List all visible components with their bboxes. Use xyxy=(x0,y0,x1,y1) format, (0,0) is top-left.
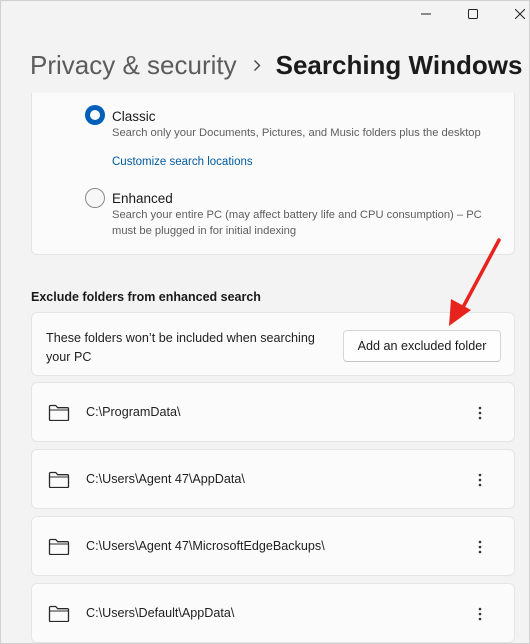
enhanced-option-title: Enhanced xyxy=(112,191,173,206)
more-options-button[interactable] xyxy=(468,466,492,494)
classic-radio[interactable] xyxy=(85,105,105,125)
classic-option-title: Classic xyxy=(112,109,156,124)
search-mode-card: Classic Search only your Documents, Pict… xyxy=(31,93,515,255)
minimize-icon xyxy=(421,13,431,15)
add-excluded-folder-button[interactable]: Add an excluded folder xyxy=(343,330,501,362)
page-title: Searching Windows xyxy=(275,49,523,80)
more-options-icon xyxy=(478,473,482,487)
exclude-folders-header: Exclude folders from enhanced search xyxy=(31,290,261,304)
more-options-icon xyxy=(478,607,482,621)
customize-search-locations-link[interactable]: Customize search locations xyxy=(112,156,253,168)
classic-option-description: Search only your Documents, Pictures, an… xyxy=(112,127,481,139)
maximize-button[interactable] xyxy=(450,1,496,27)
folder-icon xyxy=(48,605,70,622)
close-icon xyxy=(515,9,525,19)
folder-path: C:\Users\Agent 47\AppData\ xyxy=(86,472,245,486)
chevron-right-icon xyxy=(253,59,261,72)
excluded-folder-row: C:\Users\Default\AppData\ xyxy=(31,583,515,643)
enhanced-option-description: Search your entire PC (may affect batter… xyxy=(112,209,482,237)
more-options-button[interactable] xyxy=(468,600,492,628)
more-options-button[interactable] xyxy=(468,533,492,561)
folder-icon xyxy=(48,404,70,421)
maximize-icon xyxy=(468,9,478,19)
close-button[interactable] xyxy=(497,1,530,27)
more-options-icon xyxy=(478,540,482,554)
minimize-button[interactable] xyxy=(403,1,449,27)
folder-icon xyxy=(48,538,70,555)
folder-path: C:\Users\Agent 47\MicrosoftEdgeBackups\ xyxy=(86,539,325,553)
folder-path: C:\Users\Default\AppData\ xyxy=(86,606,235,620)
folder-icon xyxy=(48,471,70,488)
excluded-folder-row: C:\Users\Agent 47\MicrosoftEdgeBackups\ xyxy=(31,516,515,576)
breadcrumb: Privacy & security Searching Windows xyxy=(30,45,522,85)
more-options-button[interactable] xyxy=(468,399,492,427)
excluded-folder-row: C:\ProgramData\ xyxy=(31,382,515,442)
settings-window: Privacy & security Searching Windows Cla… xyxy=(0,0,530,644)
more-options-icon xyxy=(478,406,482,420)
excluded-folder-row: C:\Users\Agent 47\AppData\ xyxy=(31,449,515,509)
folder-path: C:\ProgramData\ xyxy=(86,405,181,419)
exclude-info-text: These folders won’t be included when sea… xyxy=(46,331,315,364)
enhanced-radio[interactable] xyxy=(85,188,105,208)
annotation-arrow-icon xyxy=(449,238,501,326)
breadcrumb-parent-link[interactable]: Privacy & security xyxy=(30,50,237,81)
